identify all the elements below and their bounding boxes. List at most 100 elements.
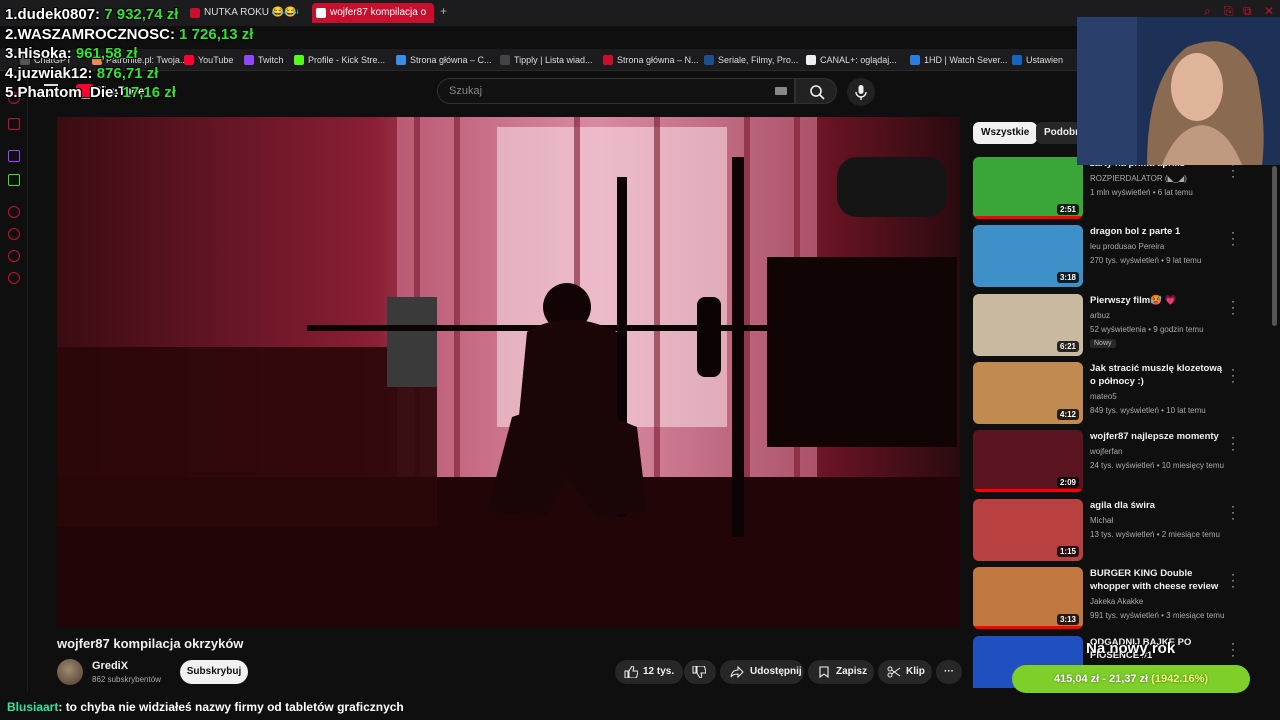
search-button[interactable] — [795, 78, 837, 104]
clip-button[interactable]: Klip — [878, 660, 932, 684]
channel-link[interactable]: ROZPIERDALATOR (◣_◢) — [1090, 174, 1187, 183]
close-window-icon[interactable]: ✕ — [1264, 4, 1274, 18]
bookmark-item[interactable]: Seriale, Filmy, Pro... — [704, 53, 798, 67]
video-title-link[interactable]: agila dla świra — [1090, 499, 1230, 512]
video-thumbnail[interactable]: 3:13 — [973, 567, 1083, 629]
search-input[interactable]: Szukaj — [437, 78, 795, 104]
more-options-icon[interactable]: ··· — [1231, 637, 1235, 661]
share-label: Udostępnij — [750, 666, 802, 677]
keyboard-icon[interactable] — [775, 87, 787, 95]
kick-icon[interactable] — [8, 174, 20, 186]
video-thumbnail[interactable]: 4:12 — [973, 362, 1083, 424]
history-icon[interactable] — [8, 228, 20, 240]
bookmark-item[interactable]: CANAL+: oglądaj... — [806, 53, 897, 67]
chip-all[interactable]: Wszystkie — [973, 122, 1038, 144]
recommendation-item[interactable]: 3:18 dragon bol z parte 1 leu produsao Per… — [973, 225, 1273, 287]
bookmark-icon — [819, 666, 829, 678]
tab-nutka-roku[interactable]: NUTKA ROKU 😂😂😂 — [186, 3, 298, 23]
video-title-link[interactable]: Pierwszy film🥵 💗 — [1090, 294, 1230, 307]
video-player[interactable] — [57, 117, 960, 627]
recommendation-item[interactable]: 6:21 Pierwszy film🥵 💗 arbuz 52 wyświetlenia… — [973, 294, 1273, 356]
scrollbar[interactable] — [1272, 166, 1277, 326]
channel-link[interactable]: Jakeka Akakke — [1090, 597, 1143, 606]
voice-search-button[interactable] — [847, 78, 875, 106]
more-actions-button[interactable]: ··· — [936, 660, 962, 684]
video-title-link[interactable]: wojfer87 najlepsze momenty — [1090, 430, 1230, 443]
recommendation-item[interactable]: 2:51żarty na prima aprilisROZPIERDALATOR… — [973, 157, 1273, 219]
recommendation-item[interactable]: 2:09 wojfer87 najlepsze momenty wojferfan 2… — [973, 430, 1273, 492]
clip-label: Klip — [906, 666, 925, 677]
video-duration: 1:15 — [1056, 546, 1079, 557]
more-options-icon[interactable]: ··· — [1231, 226, 1235, 250]
bookmark-item[interactable]: Strona główna – N... — [603, 53, 699, 67]
recommendation-item[interactable]: 1:15 agila dla świra Michał 13 tys. wyświet… — [973, 499, 1273, 561]
video-thumbnail[interactable]: 1:15 — [973, 499, 1083, 561]
settings-gear-icon[interactable] — [8, 272, 20, 284]
channel-link[interactable]: leu produsao Pereira — [1090, 242, 1164, 251]
channel-avatar[interactable] — [57, 659, 83, 685]
watch-progress-bar — [973, 216, 1083, 219]
browser-sidebar — [0, 72, 28, 692]
video-thumbnail[interactable]: 3:18 — [973, 225, 1083, 287]
thumbs-down-icon — [692, 666, 706, 678]
like-count: 12 tys. — [643, 666, 675, 677]
video-thumbnail[interactable]: 6:21 — [973, 294, 1083, 356]
more-options-icon[interactable]: ··· — [1231, 363, 1235, 387]
donation-goal-bar: 415,04 zł - 21,37 zł (1942.16%) — [1012, 665, 1250, 693]
bookmark-label: YouTube — [198, 55, 234, 65]
recommendation-item[interactable]: 4:12 Jak stracić muszlę klozetową o półno… — [973, 362, 1273, 424]
video-thumbnail[interactable]: 2:09 — [973, 430, 1083, 492]
bookmark-item[interactable]: Profile - Kick Stre... — [294, 53, 385, 67]
bookmark-item[interactable]: Strona główna – C... — [396, 53, 492, 67]
video-title-link[interactable]: dragon bol z parte 1 — [1090, 225, 1230, 238]
video-thumbnail[interactable]: 2:51 — [973, 157, 1083, 219]
bookmark-item[interactable]: 1HD | Watch Sever... — [910, 53, 1008, 67]
video-meta: 52 wyświetlenia • 9 godzin temu — [1090, 325, 1204, 334]
bookmark-favicon-icon — [396, 55, 406, 65]
more-options-icon[interactable]: ··· — [1231, 431, 1235, 455]
save-button[interactable]: Zapisz — [808, 660, 874, 684]
sidebar-player-icon[interactable] — [8, 206, 20, 218]
more-options-icon[interactable]: ··· — [1231, 295, 1235, 319]
video-duration: 6:21 — [1056, 341, 1079, 352]
sidebar-chat-icon[interactable] — [8, 250, 20, 262]
video-title-link[interactable]: BURGER KING Double whopper with cheese r… — [1090, 567, 1230, 593]
channel-link[interactable]: mateo5 — [1090, 392, 1117, 401]
bookmark-favicon-icon — [806, 55, 816, 65]
new-tab-button[interactable]: + — [440, 4, 447, 18]
bookmark-favicon-icon — [1012, 55, 1022, 65]
donor-entry: 3.Hisoka: 961,58 zł — [5, 45, 138, 62]
twitch-icon[interactable] — [8, 150, 20, 162]
video-meta: 1 mln wyświetleń • 6 lat temu — [1090, 188, 1193, 197]
bookmark-favicon-icon — [704, 55, 714, 65]
tab-active-video[interactable]: wojfer87 kompilacja o — [312, 3, 434, 23]
like-button[interactable]: 12 tys. — [615, 660, 683, 684]
bookmark-item[interactable]: YouTube — [184, 53, 233, 67]
sidebar-notes-icon[interactable] — [8, 118, 20, 130]
channel-name[interactable]: GrediX — [92, 660, 128, 672]
video-frame-squat-scene — [57, 117, 960, 627]
subscribe-button[interactable]: Subskrybuj — [180, 660, 248, 684]
more-options-icon[interactable]: ··· — [1231, 500, 1235, 524]
channel-link[interactable]: arbuz — [1090, 311, 1110, 320]
share-button[interactable]: Udostępnij — [720, 660, 804, 684]
donor-entry: 1.dudek0807: 7 932,74 zł — [5, 6, 178, 23]
video-meta: 13 tys. wyświetleń • 2 miesiące temu — [1090, 530, 1220, 539]
bookmark-favicon-icon — [910, 55, 920, 65]
donor-entry: 2.WASZAMROCZNOSC: 1 726,13 zł — [5, 26, 253, 43]
chat-username: Blusiaart — [7, 700, 59, 714]
bookmark-favicon-icon — [184, 55, 194, 65]
more-options-icon[interactable]: ··· — [1231, 568, 1235, 592]
goal-label: Na nowy rok — [1086, 640, 1176, 657]
channel-link[interactable]: wojferfan — [1090, 447, 1122, 456]
bookmark-item[interactable]: Ustawien — [1012, 53, 1063, 67]
search-icon — [810, 85, 825, 100]
video-duration: 2:09 — [1056, 477, 1079, 488]
dislike-button[interactable] — [684, 660, 716, 684]
bookmark-item[interactable]: Twitch — [244, 53, 284, 67]
bookmark-item[interactable]: Tipply | Lista wiad... — [500, 53, 593, 67]
tab-label: NUTKA ROKU 😂😂😂 — [204, 7, 298, 18]
video-title-link[interactable]: Jak stracić muszlę klozetową o północy :… — [1090, 362, 1230, 388]
channel-link[interactable]: Michał — [1090, 516, 1113, 525]
recommendation-item[interactable]: 3:13 BURGER KING Double whopper with chee… — [973, 567, 1273, 629]
